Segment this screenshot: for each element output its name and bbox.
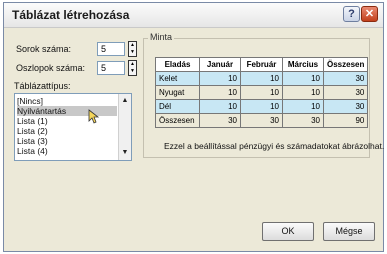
scroll-up-icon[interactable]: ▲ <box>120 96 130 106</box>
row-label-cell: Dél <box>155 99 200 114</box>
header-cell: Január <box>199 57 241 72</box>
spin-down-icon[interactable]: ▼ <box>129 49 136 56</box>
rows-input[interactable]: 5 <box>97 42 125 56</box>
table-row: Nyugat 10 10 10 30 <box>155 85 369 100</box>
ok-button[interactable]: OK <box>262 222 314 241</box>
close-button[interactable]: ✕ <box>361 6 378 22</box>
row-label-cell: Nyugat <box>155 85 200 100</box>
list-item-selected[interactable]: Nyilvántartás <box>17 106 117 116</box>
table-header-row: Eladás Január Február Március Összesen <box>155 57 369 72</box>
preview-table: Eladás Január Február Március Összesen K… <box>155 57 369 128</box>
list-item[interactable]: Lista (3) <box>17 136 117 146</box>
table-row: Összesen 30 30 30 90 <box>155 113 369 128</box>
table-row: Dél 10 10 10 30 <box>155 99 369 114</box>
value-cell: 30 <box>282 113 324 128</box>
preview-description: Ezzel a beállítással pénzügyi és számada… <box>164 141 385 151</box>
header-cell: Összesen <box>322 57 369 72</box>
cols-input[interactable]: 5 <box>97 61 125 75</box>
value-cell: 30 <box>322 85 369 100</box>
value-cell: 10 <box>240 71 283 86</box>
dialog-title: Táblázat létrehozása <box>12 8 130 22</box>
value-cell: 10 <box>199 99 241 114</box>
value-cell: 90 <box>322 113 369 128</box>
value-cell: 30 <box>322 99 369 114</box>
list-scrollbar[interactable]: ▲ ▼ <box>118 94 131 160</box>
table-type-list[interactable]: [Nincs] Nyilvántartás Lista (1) Lista (2… <box>14 93 132 161</box>
value-cell: 30 <box>322 71 369 86</box>
cols-spinner[interactable]: ▲ ▼ <box>128 60 137 76</box>
header-cell: Március <box>282 57 324 72</box>
row-label-cell: Összesen <box>155 113 200 128</box>
value-cell: 10 <box>282 71 324 86</box>
cols-label: Oszlopok száma: <box>16 63 86 73</box>
list-item[interactable]: [Nincs] <box>17 96 117 106</box>
value-cell: 10 <box>240 99 283 114</box>
spin-up-icon[interactable]: ▲ <box>129 61 136 68</box>
value-cell: 10 <box>199 71 241 86</box>
value-cell: 10 <box>240 85 283 100</box>
cancel-button[interactable]: Mégse <box>323 222 375 241</box>
value-cell: 10 <box>282 85 324 100</box>
help-button[interactable]: ? <box>343 6 360 22</box>
value-cell: 10 <box>282 99 324 114</box>
list-item[interactable]: Lista (2) <box>17 126 117 136</box>
table-row: Kelet 10 10 10 30 <box>155 71 369 86</box>
row-label-cell: Kelet <box>155 71 200 86</box>
header-cell: Eladás <box>155 57 200 72</box>
list-item[interactable]: Lista (4) <box>17 146 117 156</box>
header-cell: Február <box>240 57 283 72</box>
preview-group-title: Minta <box>148 32 175 42</box>
title-bar: Táblázat létrehozása ? ✕ <box>4 3 383 28</box>
rows-spinner[interactable]: ▲ ▼ <box>128 41 137 57</box>
mouse-cursor-icon <box>88 109 100 124</box>
list-item[interactable]: Lista (1) <box>17 116 117 126</box>
spin-up-icon[interactable]: ▲ <box>129 42 136 49</box>
spin-down-icon[interactable]: ▼ <box>129 68 136 75</box>
table-type-label: Táblázattípus: <box>14 81 71 91</box>
rows-label: Sorok száma: <box>16 44 72 54</box>
value-cell: 30 <box>199 113 241 128</box>
scroll-down-icon[interactable]: ▼ <box>120 148 130 158</box>
value-cell: 30 <box>240 113 283 128</box>
value-cell: 10 <box>199 85 241 100</box>
